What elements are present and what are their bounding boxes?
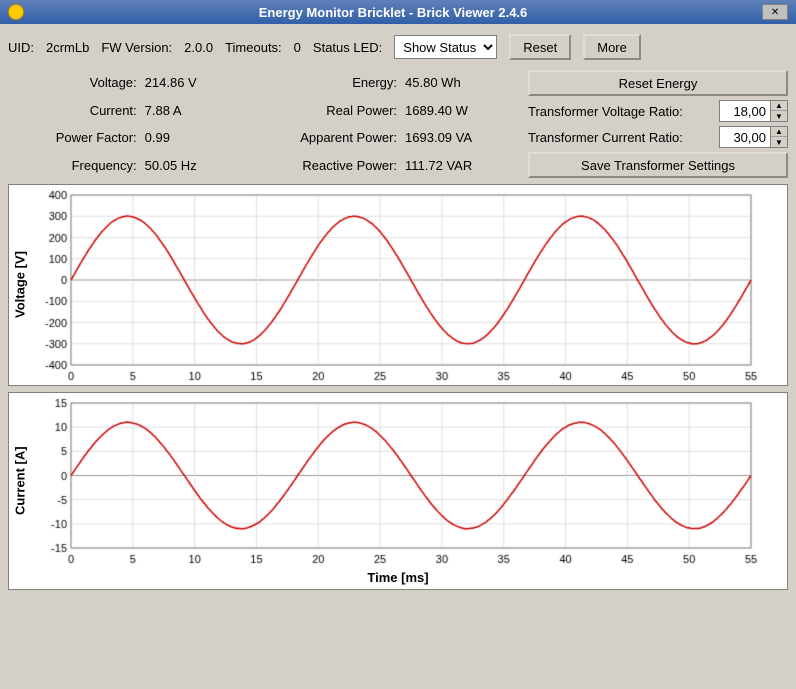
real-power-value: 1689.40 W xyxy=(405,103,520,118)
fw-label: FW Version: xyxy=(101,40,172,55)
status-led-label: Status LED: xyxy=(313,40,382,55)
energy-label: Energy: xyxy=(252,75,397,90)
current-chart: Current [A] Time [ms] xyxy=(8,392,788,590)
spinner-up[interactable]: ▲ xyxy=(771,101,787,111)
current-canvas xyxy=(31,393,761,568)
save-transformer-button[interactable]: Save Transformer Settings xyxy=(528,152,788,178)
voltage-y-label: Voltage [V] xyxy=(9,185,31,385)
reset-button[interactable]: Reset xyxy=(509,34,571,60)
current-value: 7.88 A xyxy=(145,103,245,118)
transformer-voltage-spinner[interactable]: ▲ ▼ xyxy=(719,100,788,122)
energy-value: 45.80 Wh xyxy=(405,75,520,90)
reactive-power-value: 111.72 VAR xyxy=(405,158,520,173)
spinner-down[interactable]: ▼ xyxy=(771,111,787,121)
apparent-power-label: Apparent Power: xyxy=(252,130,397,145)
app-icon xyxy=(8,4,24,20)
power-factor-value: 0.99 xyxy=(145,130,245,145)
frequency-label: Frequency: xyxy=(8,158,137,173)
window-title: Energy Monitor Bricklet - Brick Viewer 2… xyxy=(24,5,762,20)
transformer-current-label: Transformer Current Ratio: xyxy=(528,130,715,145)
current-spinner-buttons: ▲ ▼ xyxy=(770,127,787,147)
current-chart-wrapper: Current [A] xyxy=(9,393,787,568)
current-chart-area xyxy=(31,393,787,568)
title-bar: Energy Monitor Bricklet - Brick Viewer 2… xyxy=(0,0,796,24)
fw-value: 2.0.0 xyxy=(184,40,213,55)
current-spinner-up[interactable]: ▲ xyxy=(771,127,787,137)
current-label: Current: xyxy=(8,103,137,118)
uid-value: 2crmLb xyxy=(46,40,89,55)
reset-energy-button[interactable]: Reset Energy xyxy=(528,70,788,96)
apparent-power-value: 1693.09 VA xyxy=(405,130,520,145)
transformer-current-input[interactable] xyxy=(720,129,770,146)
transformer-voltage-input[interactable] xyxy=(720,103,770,120)
timeouts-value: 0 xyxy=(294,40,301,55)
current-spinner-down[interactable]: ▼ xyxy=(771,137,787,147)
voltage-label: Voltage: xyxy=(8,75,137,90)
info-panel: Voltage: 214.86 V Energy: 45.80 Wh Curre… xyxy=(8,70,788,178)
transformer-voltage-label: Transformer Voltage Ratio: xyxy=(528,104,715,119)
voltage-chart-wrapper: Voltage [V] xyxy=(9,185,787,385)
more-button[interactable]: More xyxy=(583,34,641,60)
timeouts-label: Timeouts: xyxy=(225,40,282,55)
close-button[interactable]: ✕ xyxy=(762,4,788,20)
spinner-buttons: ▲ ▼ xyxy=(770,101,787,121)
voltage-chart-area xyxy=(31,185,787,385)
x-axis-label: Time [ms] xyxy=(9,568,787,589)
uid-label: UID: xyxy=(8,40,34,55)
voltage-value: 214.86 V xyxy=(145,75,245,90)
top-bar: UID: 2crmLb FW Version: 2.0.0 Timeouts: … xyxy=(8,30,788,64)
reactive-power-label: Reactive Power: xyxy=(252,158,397,173)
transformer-current-spinner[interactable]: ▲ ▼ xyxy=(719,126,788,148)
info-left: Voltage: 214.86 V Energy: 45.80 Wh Curre… xyxy=(8,70,520,178)
transformer-voltage-row: Transformer Voltage Ratio: ▲ ▼ xyxy=(528,100,788,122)
voltage-chart: Voltage [V] xyxy=(8,184,788,386)
info-right: Reset Energy Transformer Voltage Ratio: … xyxy=(528,70,788,178)
current-y-label: Current [A] xyxy=(9,393,31,568)
real-power-label: Real Power: xyxy=(252,103,397,118)
power-factor-label: Power Factor: xyxy=(8,130,137,145)
status-led-select[interactable]: Show Status xyxy=(394,35,497,59)
frequency-value: 50.05 Hz xyxy=(145,158,245,173)
voltage-canvas xyxy=(31,185,761,385)
transformer-current-row: Transformer Current Ratio: ▲ ▼ xyxy=(528,126,788,148)
main-content: UID: 2crmLb FW Version: 2.0.0 Timeouts: … xyxy=(0,24,796,602)
